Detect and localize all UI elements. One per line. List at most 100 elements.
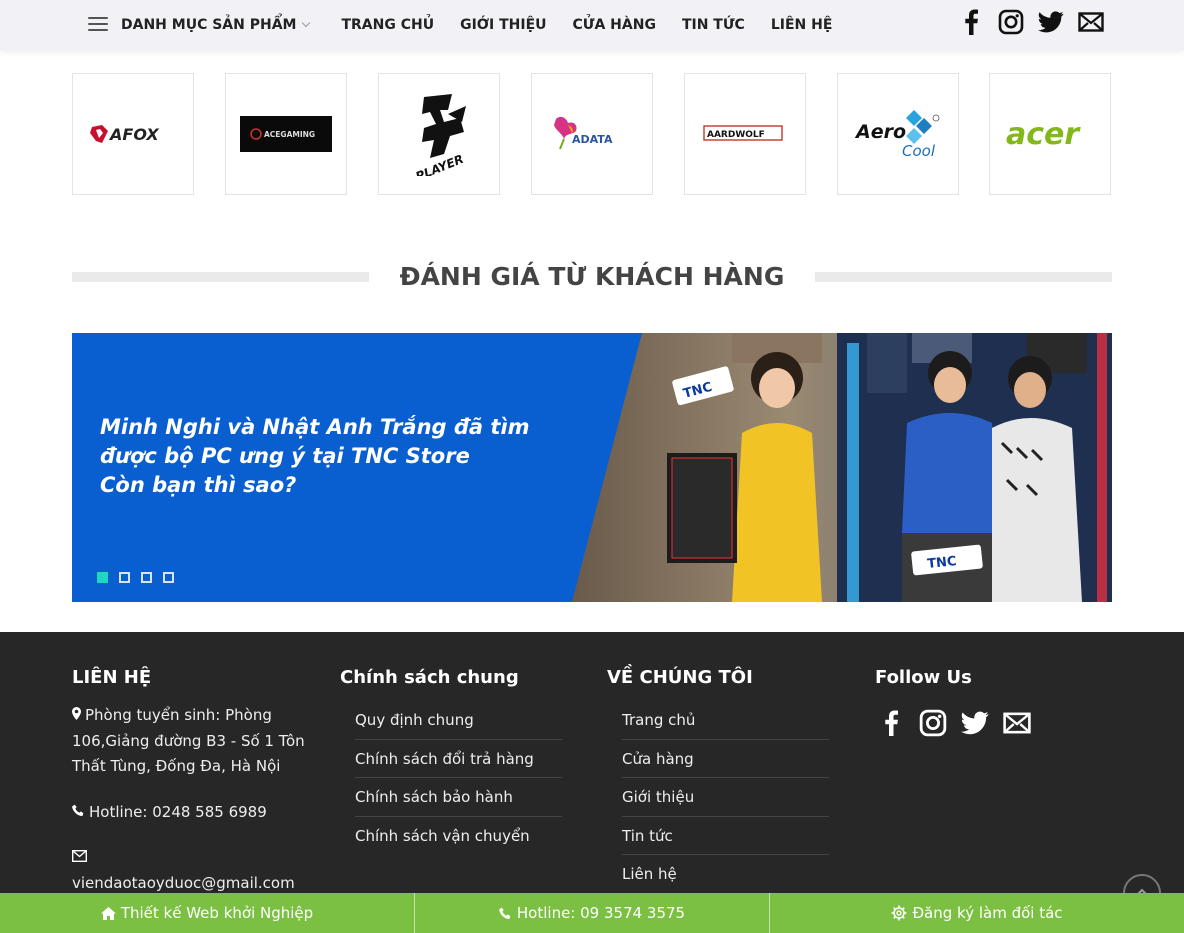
section-title: ĐÁNH GIÁ TỪ KHÁCH HÀNG	[399, 262, 785, 291]
email-text: viendaotaoyduoc@gmail.com	[72, 873, 295, 892]
brand-acer[interactable]: acer	[989, 73, 1111, 195]
svg-text:Aero: Aero	[854, 121, 906, 143]
banner-caption: Minh Nghi và Nhật Anh Trắng đã tìm được …	[100, 413, 570, 500]
web-design-link[interactable]: Thiết kế Web khởi Nghiệp	[0, 893, 415, 933]
brand-aerocool[interactable]: Aero Cool	[837, 73, 959, 195]
slider-dot-3[interactable]	[141, 572, 152, 583]
brand-aardwolf[interactable]: AARDWOLF	[684, 73, 806, 195]
contact-heading: LIÊN HỆ	[72, 667, 152, 688]
phone-icon	[498, 907, 512, 920]
link-return-policy[interactable]: Chính sách đổi trả hàng	[355, 740, 562, 778]
svg-text:AARDWOLF: AARDWOLF	[707, 130, 765, 140]
header-social-links	[944, 8, 1104, 36]
web-design-label: Thiết kế Web khởi Nghiệp	[120, 904, 314, 922]
nav-home[interactable]: TRANG CHỦ	[341, 17, 434, 33]
svg-text:acer: acer	[1006, 117, 1081, 152]
customer-photo: TNC TNC	[572, 333, 1112, 602]
svg-text:ADATA: ADATA	[572, 133, 613, 146]
instagram-icon[interactable]	[998, 8, 1024, 36]
nav-about[interactable]: GIỚI THIỆU	[460, 17, 546, 33]
link-warranty-policy[interactable]: Chính sách bảo hành	[355, 778, 562, 817]
brand-logos: AFOX ACEGAMING PLAYER ADATA AARDWOLF Aer…	[72, 73, 1112, 195]
partner-signup-link[interactable]: Đăng ký làm đối tác	[770, 893, 1184, 933]
contact-hotline[interactable]: Hotline: 0248 585 6989	[72, 800, 312, 826]
site-footer: LIÊN HỆ Phòng tuyển sinh: Phòng 106,Giản…	[0, 632, 1184, 933]
instagram-icon[interactable]	[917, 707, 949, 739]
policy-links: Quy định chung Chính sách đổi trả hàng C…	[355, 701, 580, 855]
link-about[interactable]: Giới thiệu	[622, 778, 829, 817]
site-header: DANH MỤC SẢN PHẨM TRANG CHỦ GIỚI THIỆU C…	[0, 0, 1184, 50]
aardwolf-logo: AARDWOLF	[703, 125, 783, 141]
title-divider-left	[72, 272, 369, 282]
slider-pagination	[97, 572, 185, 583]
footer-social-links	[875, 707, 1115, 739]
twitter-icon[interactable]	[959, 707, 991, 739]
partner-label: Đăng ký làm đối tác	[912, 904, 1063, 922]
footer-contact: LIÊN HỆ Phòng tuyển sinh: Phòng 106,Giản…	[71, 632, 312, 896]
address-line-1: Phòng tuyển sinh: Phòng	[85, 706, 272, 724]
link-home[interactable]: Trang chủ	[622, 701, 829, 740]
gear-icon	[891, 905, 907, 921]
svg-text:AFOX: AFOX	[108, 125, 159, 144]
footer-about: VỀ CHÚNG TÔI Trang chủ Cửa hàng Giới thi…	[607, 632, 847, 894]
home-icon	[100, 906, 116, 920]
hotline-link[interactable]: Hotline: 09 3574 3575	[415, 893, 770, 933]
brand-1st-player[interactable]: PLAYER	[378, 73, 500, 195]
svg-text:PLAYER: PLAYER	[414, 152, 466, 176]
link-general-rules[interactable]: Quy định chung	[355, 701, 562, 740]
banner-line-3: Còn bạn thì sao?	[100, 473, 297, 497]
hotline-text: Hotline: 0248 585 6989	[89, 802, 267, 821]
brand-adata[interactable]: ADATA	[531, 73, 653, 195]
acegaming-logo: ACEGAMING	[240, 116, 332, 152]
about-links: Trang chủ Cửa hàng Giới thiệu Tin tức Li…	[622, 701, 847, 894]
svg-text:ACEGAMING: ACEGAMING	[264, 130, 315, 139]
slider-dot-1[interactable]	[97, 572, 108, 583]
link-news[interactable]: Tin tức	[622, 817, 829, 855]
address-line-2: 106,Giảng đường B3 - Số 1 Tôn	[72, 731, 305, 750]
slider-dot-4[interactable]	[163, 572, 174, 583]
main-nav: DANH MỤC SẢN PHẨM TRANG CHỦ GIỚI THIỆU C…	[121, 0, 858, 50]
1st-player-logo: PLAYER	[414, 94, 466, 176]
link-shipping-policy[interactable]: Chính sách vận chuyển	[355, 817, 562, 856]
facebook-icon[interactable]	[958, 8, 984, 36]
testimonial-slider[interactable]: Minh Nghi và Nhật Anh Trắng đã tìm được …	[72, 333, 1112, 602]
about-heading: VỀ CHÚNG TÔI	[607, 667, 753, 688]
policy-heading: Chính sách chung	[340, 667, 519, 688]
contact-address: Phòng tuyển sinh: Phòng 106,Giảng đường …	[72, 703, 312, 780]
acer-logo: acer	[1006, 117, 1081, 152]
email-icon[interactable]	[1078, 8, 1104, 36]
link-contact[interactable]: Liên hệ	[622, 855, 829, 894]
facebook-icon[interactable]	[875, 707, 907, 739]
brand-afox[interactable]: AFOX	[72, 73, 194, 195]
twitter-icon[interactable]	[1038, 8, 1064, 36]
nav-news[interactable]: TIN TỨC	[682, 17, 745, 33]
nav-product-categories[interactable]: DANH MỤC SẢN PHẨM	[121, 17, 311, 33]
chevron-down-icon	[302, 18, 311, 28]
email-icon[interactable]	[1001, 707, 1033, 739]
aerocool-logo: Aero Cool	[854, 110, 940, 160]
bottom-action-bar: Thiết kế Web khởi Nghiệp Hotline: 09 357…	[0, 893, 1184, 933]
address-line-3: Thất Tùng, Đống Đa, Hà Nội	[72, 757, 281, 775]
envelope-icon	[71, 845, 88, 871]
footer-policy: Chính sách chung Quy định chung Chính sá…	[340, 632, 580, 855]
brand-acegaming[interactable]: ACEGAMING	[225, 73, 347, 195]
svg-text:TNC: TNC	[927, 554, 958, 572]
slider-dot-2[interactable]	[119, 572, 130, 583]
testimonials-heading: ĐÁNH GIÁ TỪ KHÁCH HÀNG	[72, 258, 1112, 298]
nav-contact[interactable]: LIÊN HỆ	[771, 17, 833, 33]
follow-heading: Follow Us	[875, 667, 972, 688]
map-marker-icon	[72, 703, 81, 729]
hotline-label: Hotline: 09 3574 3575	[516, 904, 686, 922]
banner-line-2: được bộ PC ưng ý tại TNC Store	[100, 444, 470, 468]
footer-follow: Follow Us	[875, 632, 1115, 739]
svg-text:Cool: Cool	[902, 142, 936, 160]
nav-store[interactable]: CỬA HÀNG	[573, 17, 656, 33]
banner-line-1: Minh Nghi và Nhật Anh Trắng đã tìm	[100, 415, 530, 439]
adata-logo: ADATA	[554, 116, 613, 150]
link-store[interactable]: Cửa hàng	[622, 740, 829, 778]
contact-email[interactable]: viendaotaoyduoc@gmail.com	[71, 845, 312, 896]
afox-logo: AFOX	[90, 125, 159, 144]
title-divider-right	[815, 272, 1112, 282]
phone-icon	[72, 800, 85, 826]
hamburger-menu-icon[interactable]	[88, 14, 108, 34]
